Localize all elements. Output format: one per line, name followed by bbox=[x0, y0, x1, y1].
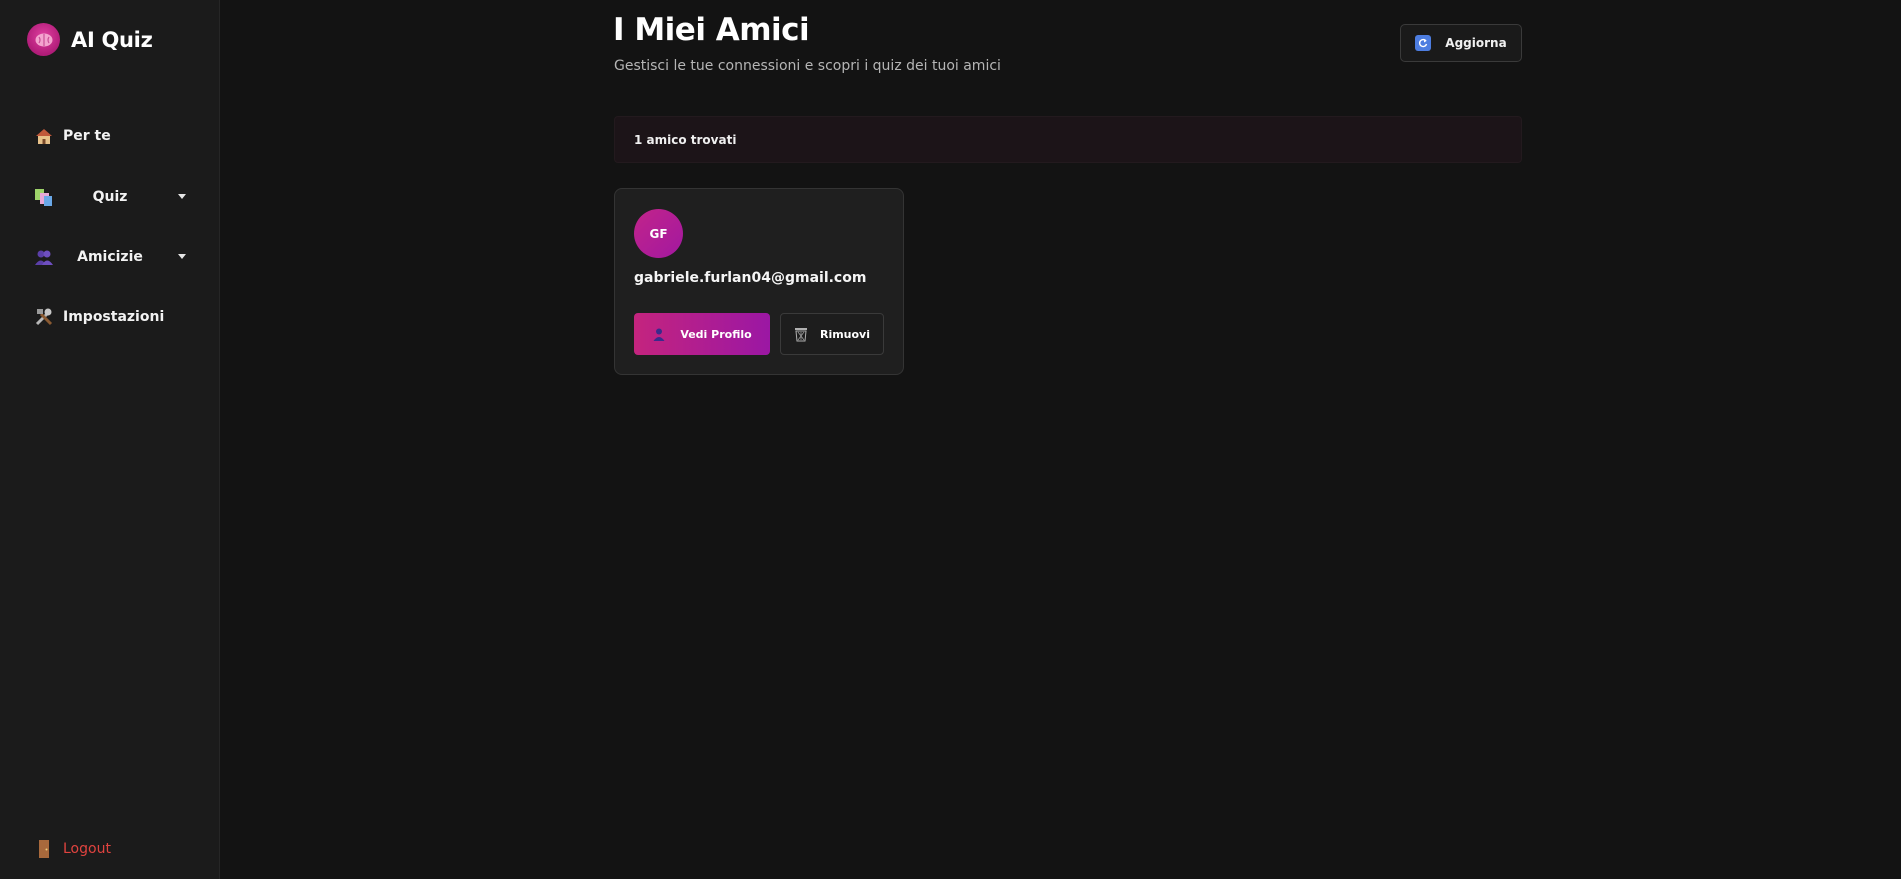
trash-icon bbox=[794, 327, 808, 342]
logout-button[interactable]: Logout bbox=[34, 837, 186, 861]
remove-friend-button[interactable]: Rimuovi bbox=[780, 313, 884, 355]
remove-friend-label: Rimuovi bbox=[819, 327, 871, 341]
friends-count-bar: 1 amico trovati bbox=[614, 116, 1522, 163]
friend-card: GF gabriele.furlan04@gmail.com Vedi Prof… bbox=[614, 188, 904, 375]
page-subtitle: Gestisci le tue connessioni e scopri i q… bbox=[614, 58, 1001, 74]
sidebar-item-quiz[interactable]: Quiz bbox=[34, 185, 186, 209]
logout-label: Logout bbox=[63, 841, 111, 857]
chevron-down-icon[interactable] bbox=[178, 254, 186, 259]
sidebar-item-label: Amicizie bbox=[77, 249, 143, 265]
app-root: AI Quiz Per te Quiz Amicizie Impostazion… bbox=[0, 0, 1901, 879]
refresh-icon bbox=[1415, 35, 1432, 51]
sidebar-item-label: Per te bbox=[63, 128, 111, 144]
house-icon bbox=[34, 126, 54, 146]
friends-count: 1 amico trovati bbox=[634, 132, 737, 147]
sidebar-item-per-te[interactable]: Per te bbox=[34, 124, 186, 148]
view-profile-label: Vedi Profilo bbox=[680, 327, 752, 341]
refresh-button[interactable]: Aggiorna bbox=[1400, 24, 1522, 62]
sidebar: AI Quiz Per te Quiz Amicizie Impostazion… bbox=[0, 0, 220, 879]
door-icon bbox=[34, 839, 54, 859]
tools-icon bbox=[34, 307, 54, 327]
user-icon bbox=[652, 327, 666, 341]
sidebar-item-label: Quiz bbox=[92, 189, 128, 205]
view-profile-button[interactable]: Vedi Profilo bbox=[634, 313, 770, 355]
sidebar-item-label: Impostazioni bbox=[63, 309, 165, 325]
sidebar-item-impostazioni[interactable]: Impostazioni bbox=[34, 305, 186, 329]
page-title: I Miei Amici bbox=[613, 12, 810, 48]
brand[interactable]: AI Quiz bbox=[27, 23, 153, 56]
app-title: AI Quiz bbox=[71, 27, 153, 52]
chevron-down-icon[interactable] bbox=[178, 194, 186, 199]
brain-logo-icon bbox=[27, 23, 60, 56]
avatar: GF bbox=[634, 209, 683, 258]
refresh-label: Aggiorna bbox=[1445, 36, 1507, 50]
sidebar-item-amicizie[interactable]: Amicizie bbox=[34, 245, 186, 269]
friend-email: gabriele.furlan04@gmail.com bbox=[634, 270, 867, 286]
